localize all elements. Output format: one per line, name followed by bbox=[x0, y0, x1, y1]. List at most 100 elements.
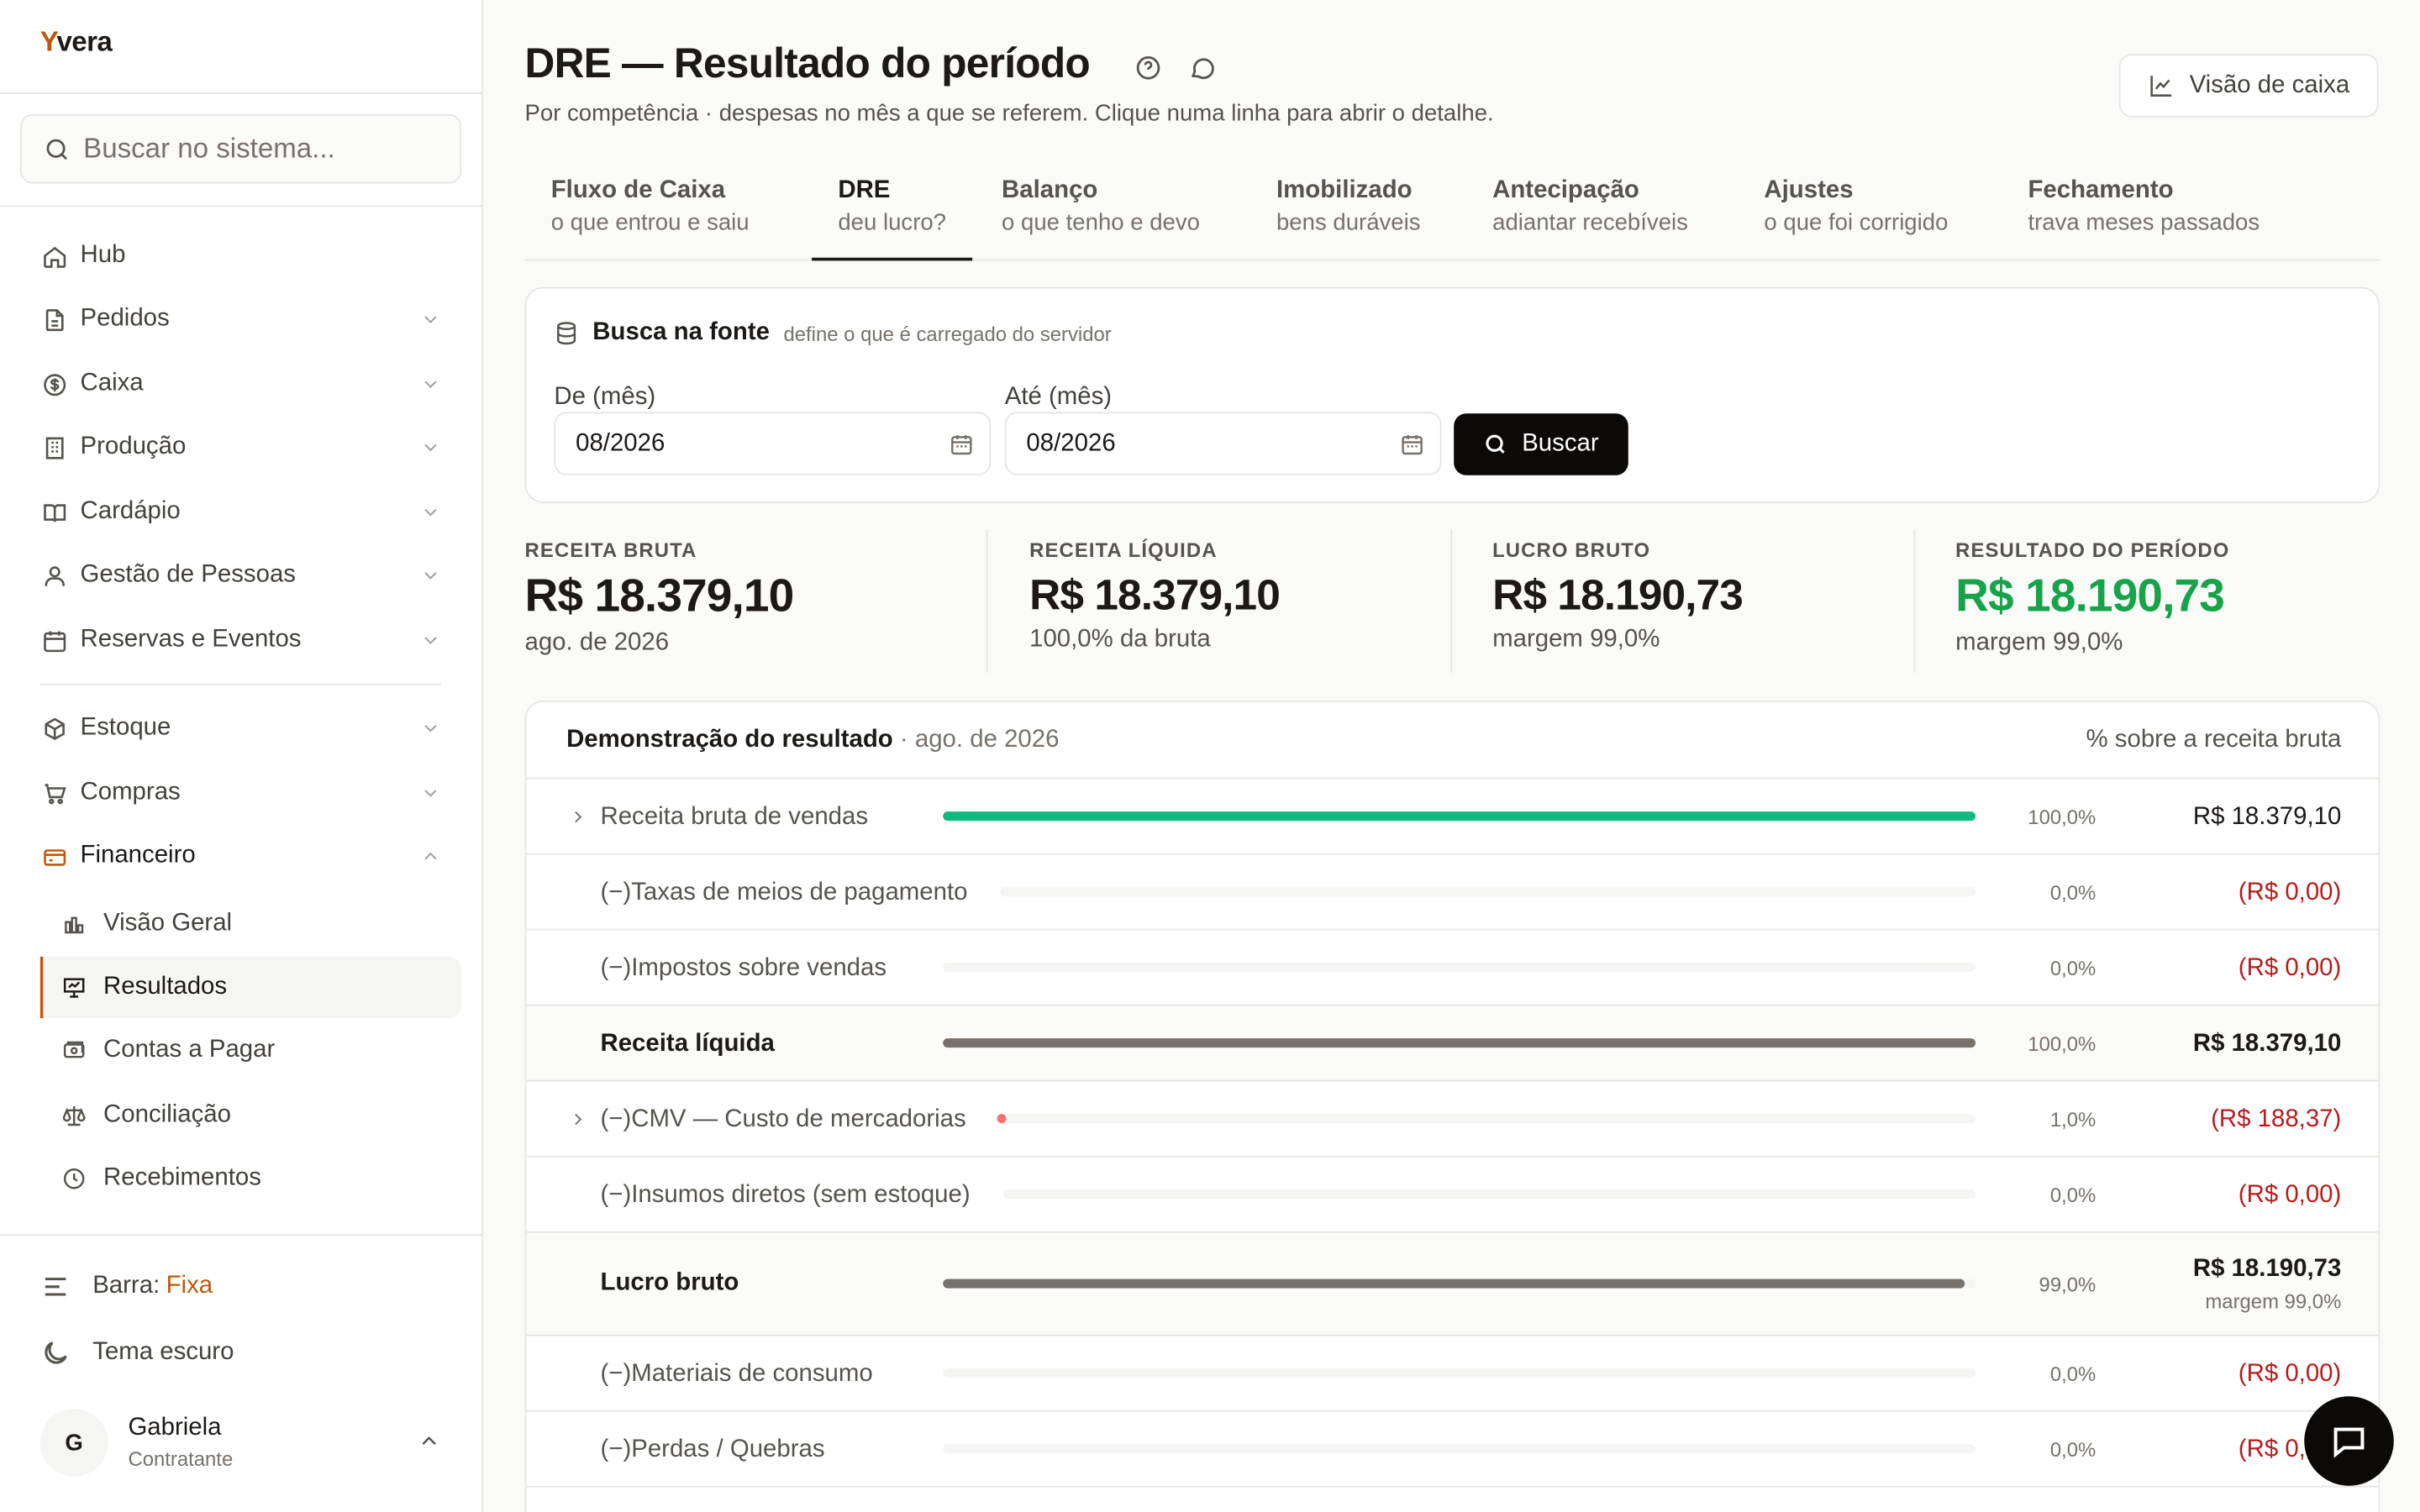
chevron-down-icon[interactable] bbox=[420, 629, 442, 651]
row-label: (−)Insumos diretos (sem estoque) bbox=[600, 1181, 971, 1209]
tab-balanco[interactable]: Balanço o que tenho e devo bbox=[976, 170, 1226, 260]
table-row[interactable]: Lucro bruto 99,0% R$ 18.190,73 margem 99… bbox=[526, 1232, 2379, 1336]
sidebar-subitem-visao-geral[interactable]: Visão Geral bbox=[40, 893, 461, 954]
chevron-down-icon[interactable] bbox=[420, 501, 442, 523]
brand-logo[interactable]: Yvera bbox=[40, 26, 113, 59]
income-statement: Demonstração do resultado · ago. de 2026… bbox=[524, 700, 2381, 1512]
database-icon bbox=[557, 322, 576, 345]
tab-sublabel: adiantar recebíveis bbox=[1492, 209, 1688, 237]
table-row[interactable]: (−)Impostos sobre vendas 0,0% (R$ 0,00) bbox=[526, 931, 2379, 1006]
row-margin: margem 99,0% bbox=[2205, 1289, 2342, 1314]
table-row[interactable]: (−)Materiais de consumo 0,0% (R$ 0,00) bbox=[526, 1336, 2379, 1412]
chevron-right-icon[interactable] bbox=[568, 807, 588, 827]
chevron-down-icon[interactable] bbox=[420, 373, 442, 395]
row-amount: R$ 18.190,73 bbox=[2192, 1256, 2342, 1283]
calendar-icon[interactable] bbox=[950, 431, 974, 455]
brand-name: vera bbox=[56, 26, 113, 57]
sidebar-subitem-conciliacao[interactable]: Conciliação bbox=[40, 1084, 461, 1146]
sidebar-subitem-label: Conciliação bbox=[103, 1101, 231, 1128]
sidebar-item-label: Produção bbox=[80, 433, 187, 460]
tab-imobilizado[interactable]: Imobilizado bens duráveis bbox=[1250, 170, 1447, 260]
divider bbox=[0, 205, 482, 207]
sidebar-item-pedidos[interactable]: Pedidos bbox=[40, 297, 445, 343]
row-label: Lucro bruto bbox=[600, 1269, 739, 1296]
bar-mode-label: Barra: bbox=[92, 1273, 160, 1299]
chevron-down-icon[interactable] bbox=[420, 717, 442, 739]
table-row[interactable]: (−)Taxas de meios de pagamento 0,0% (R$ … bbox=[526, 855, 2379, 931]
table-row[interactable]: (−)Perdas / Quebras 0,0% (R$ 0,00) bbox=[526, 1412, 2379, 1488]
table-row[interactable]: (−)Insumos diretos (sem estoque) 0,0% (R… bbox=[526, 1158, 2379, 1233]
sidebar-subitem-resultados[interactable]: Resultados bbox=[39, 956, 462, 1019]
to-month-input[interactable] bbox=[1026, 429, 1366, 458]
tab-antecipacao[interactable]: Antecipação adiantar recebíveis bbox=[1466, 170, 1714, 260]
sidebar-item-cardapio[interactable]: Cardápio bbox=[40, 489, 445, 535]
kpi-value: R$ 18.190,73 bbox=[1492, 570, 1744, 619]
book-icon bbox=[43, 503, 66, 522]
sidebar-subitem-label: Contas a Pagar bbox=[103, 1037, 276, 1063]
chevron-down-icon[interactable] bbox=[420, 782, 442, 804]
chevron-up-icon[interactable] bbox=[420, 846, 442, 868]
cash-view-button[interactable]: Visão de caixa bbox=[2118, 54, 2379, 118]
table-row[interactable]: Receita bruta de vendas 100,0% R$ 18.379… bbox=[526, 780, 2379, 855]
sidebar-item-financeiro[interactable]: Financeiro bbox=[40, 833, 445, 879]
table-row[interactable]: Receita líquida 100,0% R$ 18.379,10 bbox=[526, 1005, 2379, 1082]
row-label: Receita bruta de vendas bbox=[600, 803, 869, 831]
sidebar-item-caixa[interactable]: Caixa bbox=[40, 361, 445, 407]
chevron-right-icon[interactable] bbox=[568, 1110, 588, 1130]
sidebar-item-label: Reservas e Eventos bbox=[80, 626, 302, 653]
user-menu[interactable]: G Gabriela Contratante bbox=[39, 1407, 445, 1478]
sidebar-subitem-recebimentos[interactable]: Recebimentos bbox=[40, 1148, 461, 1210]
tab-label: Balanço bbox=[1002, 177, 1098, 204]
comment-icon[interactable] bbox=[1188, 54, 1216, 81]
sidebar-item-label: Pedidos bbox=[80, 305, 170, 332]
chevron-up-icon[interactable] bbox=[417, 1429, 441, 1453]
sidebar-item-reservas[interactable]: Reservas e Eventos bbox=[40, 617, 445, 664]
row-percent: 100,0% bbox=[2028, 1032, 2096, 1056]
sidebar: Yvera Hub Pedidos Caixa Produção C bbox=[0, 0, 483, 1512]
chevron-down-icon[interactable] bbox=[420, 308, 442, 330]
building-icon bbox=[45, 436, 63, 459]
row-bar-track bbox=[943, 1038, 1976, 1048]
sidebar-item-producao[interactable]: Produção bbox=[40, 424, 445, 470]
search-input[interactable] bbox=[83, 132, 439, 165]
tab-ajustes[interactable]: Ajustes o que foi corrigido bbox=[1738, 170, 1974, 260]
row-label: (−)CMV — Custo de mercadorias bbox=[600, 1105, 966, 1133]
tab-dre[interactable]: DRE deu lucro? bbox=[812, 170, 973, 261]
sidebar-subitem-label: Resultados bbox=[103, 973, 228, 1000]
sidebar-item-gestao-pessoas[interactable]: Gestão de Pessoas bbox=[40, 553, 445, 599]
kpi-sublabel: 100,0% da bruta bbox=[1029, 626, 1211, 653]
sidebar-item-estoque[interactable]: Estoque bbox=[40, 705, 445, 751]
sidebar-item-compras[interactable]: Compras bbox=[40, 770, 445, 816]
row-amount: (R$ 0,00) bbox=[2238, 1181, 2342, 1209]
sidebar-mode-toggle[interactable]: Barra: Fixa bbox=[40, 1265, 213, 1308]
search-box[interactable] bbox=[19, 113, 462, 184]
sidebar-item-label: Financeiro bbox=[80, 842, 196, 869]
row-percent: 1,0% bbox=[2049, 1107, 2096, 1131]
kpi-receita-liquida: RECEITA LÍQUIDA R$ 18.379,10 100,0% da b… bbox=[1029, 529, 1281, 675]
chat-button[interactable] bbox=[2304, 1396, 2394, 1486]
from-month-field[interactable] bbox=[554, 412, 992, 475]
divider bbox=[1913, 529, 1916, 673]
bill-icon bbox=[63, 1041, 85, 1058]
calendar-icon[interactable] bbox=[1400, 431, 1424, 455]
tab-fluxo-caixa[interactable]: Fluxo de Caixa o que entrou e saiu bbox=[524, 170, 775, 260]
tab-fechamento[interactable]: Fechamento trava meses passados bbox=[2002, 170, 2286, 260]
user-role: Contratante bbox=[128, 1446, 234, 1471]
sidebar-item-label: Caixa bbox=[80, 370, 144, 397]
divider bbox=[1450, 529, 1453, 673]
divider bbox=[0, 92, 482, 95]
table-row[interactable]: (−)CMV — Custo de mercadorias 1,0% (R$ 1… bbox=[526, 1082, 2379, 1158]
kpi-label: RECEITA LÍQUIDA bbox=[1029, 538, 1218, 562]
row-bar-track bbox=[943, 1278, 1976, 1289]
to-month-field[interactable] bbox=[1004, 412, 1442, 475]
search-button-label: Buscar bbox=[1522, 430, 1599, 457]
sidebar-item-hub[interactable]: Hub bbox=[40, 233, 445, 279]
help-icon[interactable] bbox=[1134, 54, 1162, 81]
chevron-down-icon[interactable] bbox=[420, 437, 442, 459]
divider bbox=[0, 1234, 482, 1236]
search-button[interactable]: Buscar bbox=[1454, 413, 1628, 475]
theme-toggle[interactable]: Tema escuro bbox=[40, 1331, 234, 1374]
chevron-down-icon[interactable] bbox=[420, 564, 442, 586]
from-month-input[interactable] bbox=[576, 429, 916, 458]
sidebar-subitem-contas-pagar[interactable]: Contas a Pagar bbox=[40, 1020, 461, 1081]
